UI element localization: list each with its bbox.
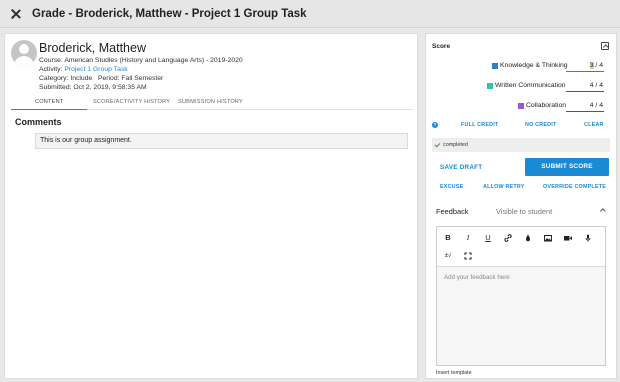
grading-panel: Score Knowledge & Thinking 3 / 4 Written… — [425, 33, 617, 379]
clear-button[interactable]: CLEAR — [584, 122, 604, 128]
avatar — [11, 40, 37, 66]
feedback-placeholder: Add your feedback here — [444, 274, 510, 281]
active-tab-indicator — [11, 108, 87, 110]
underline-button[interactable]: U — [483, 233, 493, 243]
feedback-text-area[interactable]: Add your feedback here — [437, 267, 605, 365]
criterion-color-swatch — [518, 103, 524, 109]
feedback-heading: Feedback — [436, 207, 469, 216]
tab-score-activity-history[interactable]: SCORE/ACTIVITY HISTORY — [93, 99, 170, 105]
tab-content[interactable]: CONTENT — [35, 99, 63, 105]
bold-button[interactable]: B — [443, 233, 453, 243]
italic-button[interactable]: I — [463, 233, 473, 243]
category-line: Category: Include Period: Fall Semester — [39, 75, 164, 82]
criterion-color-swatch — [492, 63, 498, 69]
criterion-row: Collaboration 4 / 4 — [426, 100, 618, 112]
activity-line: Activity: Project 1 Group Task — [39, 66, 128, 73]
ink-drop-icon[interactable] — [523, 233, 533, 243]
window-title: Grade - Broderick, Matthew - Project 1 G… — [32, 7, 307, 20]
excuse-button[interactable]: EXCUSE — [440, 184, 463, 190]
fullscreen-icon[interactable] — [463, 251, 473, 261]
help-icon[interactable]: ? — [432, 122, 438, 128]
title-bar: Grade - Broderick, Matthew - Project 1 G… — [0, 0, 620, 28]
criterion-row: Knowledge & Thinking 3 / 4 — [426, 60, 618, 72]
criterion-row: Written Communication 4 / 4 — [426, 80, 618, 92]
editor-toolbar: B I U ±√ — [437, 227, 605, 267]
criterion-label: Written Communication — [495, 82, 566, 89]
student-name: Broderick, Matthew — [39, 41, 146, 55]
submitted-line: Submitted: Oct 2, 2019, 9:58:35 AM — [39, 84, 147, 91]
feedback-editor: B I U ±√ Add your feedback here — [436, 226, 606, 366]
criterion-label: Knowledge & Thinking — [500, 62, 568, 69]
criterion-score-input[interactable]: 3 / 4 — [566, 62, 604, 72]
criterion-score-input[interactable]: 4 / 4 — [566, 102, 604, 112]
score-heading: Score — [432, 43, 451, 50]
feedback-visibility: Visible to student — [496, 207, 553, 216]
allow-retry-button[interactable]: ALLOW RETRY — [483, 184, 525, 190]
microphone-icon[interactable] — [583, 233, 593, 243]
criterion-label: Collaboration — [526, 102, 567, 109]
override-complete-button[interactable]: OVERRIDE COMPLETE — [543, 184, 606, 190]
tab-bar: CONTENT SCORE/ACTIVITY HISTORY SUBMISSIO… — [11, 98, 413, 110]
submit-score-button[interactable]: SUBMIT SCORE — [525, 158, 609, 176]
criterion-color-swatch — [487, 83, 493, 89]
check-icon — [434, 141, 441, 147]
collapse-score-icon[interactable] — [601, 42, 609, 50]
video-icon[interactable] — [563, 233, 573, 243]
link-icon[interactable] — [503, 233, 513, 243]
course-line: Course: American Studies (History and La… — [39, 57, 243, 64]
math-equation-button[interactable]: ±√ — [441, 251, 455, 261]
close-icon[interactable] — [11, 9, 21, 19]
insert-template-link[interactable]: Insert template — [436, 370, 472, 376]
save-draft-button[interactable]: SAVE DRAFT — [440, 164, 482, 171]
chevron-up-icon[interactable] — [600, 208, 606, 214]
comments-heading: Comments — [15, 117, 62, 127]
activity-link[interactable]: Project 1 Group Task — [64, 66, 127, 73]
comment-item: This is our group assignment. — [35, 133, 408, 149]
submission-panel: Broderick, Matthew Course: American Stud… — [4, 33, 418, 379]
criterion-score-input[interactable]: 4 / 4 — [566, 82, 604, 92]
tab-submission-history[interactable]: SUBMISSION HISTORY — [178, 99, 243, 105]
status-badge: completed — [432, 138, 610, 152]
no-credit-button[interactable]: NO CREDIT — [525, 122, 556, 128]
image-icon[interactable] — [543, 233, 553, 243]
full-credit-button[interactable]: FULL CREDIT — [461, 122, 498, 128]
